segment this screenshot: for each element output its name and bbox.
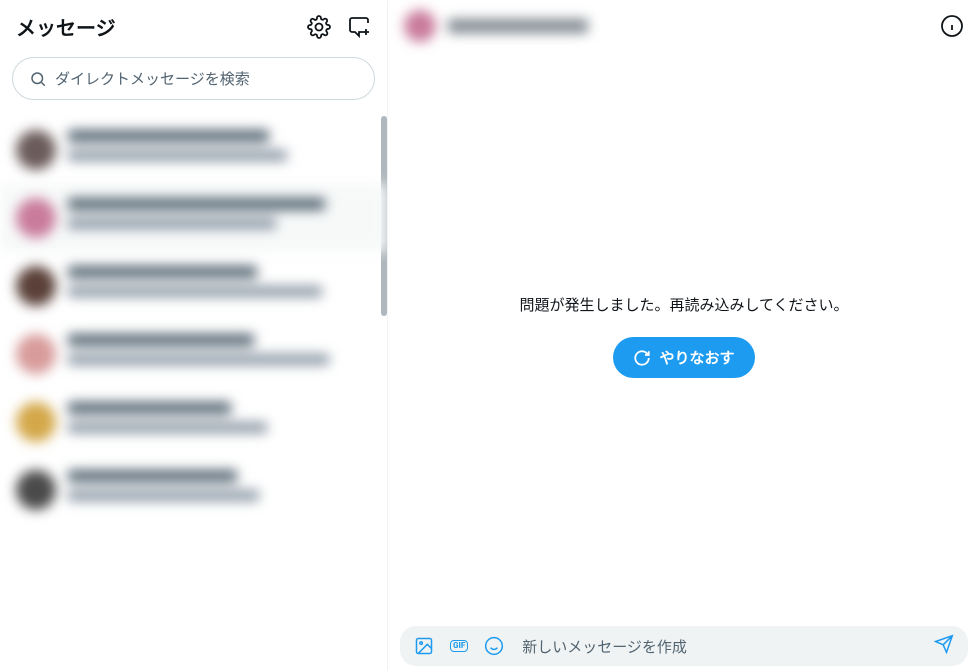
search-placeholder: ダイレクトメッセージを検索 [55, 68, 250, 89]
conversation-preview [68, 130, 371, 161]
reload-icon [633, 349, 651, 367]
avatar [16, 334, 56, 374]
conversation-contact[interactable] [404, 10, 588, 42]
avatar [16, 198, 56, 238]
main-header [388, 0, 980, 52]
conversation-item[interactable] [0, 116, 387, 184]
conversation-item[interactable] [0, 252, 387, 320]
conversation-item[interactable] [0, 184, 387, 252]
composer-attachments: GIF [414, 636, 504, 656]
conversation-list[interactable] [0, 116, 387, 670]
image-icon[interactable] [414, 636, 434, 656]
conversation-item[interactable] [0, 456, 387, 524]
search-wrap: ダイレクトメッセージを検索 [0, 49, 387, 116]
info-icon[interactable] [940, 14, 964, 38]
retry-button[interactable]: やりなおす [613, 337, 754, 378]
settings-icon[interactable] [307, 15, 331, 39]
send-icon[interactable] [934, 634, 954, 658]
main-body: 問題が発生しました。再読み込みしてください。 やりなおす [388, 52, 980, 620]
search-icon [29, 70, 47, 88]
avatar [16, 130, 56, 170]
main-panel: 問題が発生しました。再読み込みしてください。 やりなおす GIF 新しいメッセー… [388, 0, 980, 670]
composer-placeholder: 新しいメッセージを作成 [522, 636, 916, 657]
gif-icon[interactable]: GIF [450, 636, 468, 656]
conversation-preview [68, 266, 371, 297]
conversation-preview [68, 198, 371, 229]
conversation-preview [68, 402, 371, 433]
conversation-item[interactable] [0, 320, 387, 388]
conversation-item[interactable] [0, 388, 387, 456]
sidebar-header: メッセージ [0, 0, 387, 49]
error-message: 問題が発生しました。再読み込みしてください。 [519, 294, 848, 315]
contact-name [448, 19, 588, 33]
page-title: メッセージ [16, 12, 116, 41]
emoji-icon[interactable] [484, 636, 504, 656]
conversation-preview [68, 334, 371, 365]
sidebar: メッセージ ダイレクトメッセージを検索 [0, 0, 388, 670]
avatar [404, 10, 436, 42]
conversation-preview [68, 470, 371, 501]
avatar [16, 266, 56, 306]
new-message-icon[interactable] [347, 15, 371, 39]
search-input[interactable]: ダイレクトメッセージを検索 [12, 57, 375, 100]
header-icons [307, 15, 371, 39]
message-composer[interactable]: GIF 新しいメッセージを作成 [400, 626, 968, 666]
avatar [16, 470, 56, 510]
retry-label: やりなおす [659, 347, 734, 368]
avatar [16, 402, 56, 442]
